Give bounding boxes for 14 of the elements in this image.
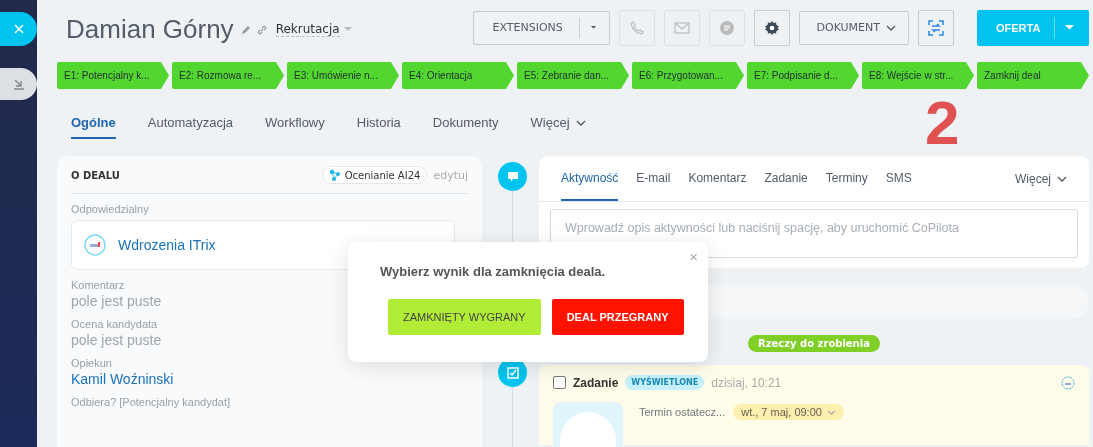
field-label: Odpowiedzialny — [71, 203, 150, 215]
field-value: pole jest puste — [71, 293, 163, 309]
task-time: dzisiaj, 10:21 — [711, 375, 782, 390]
field-label: Opiekun — [71, 357, 113, 369]
deadline-label: Termin ostatecz... — [639, 406, 726, 418]
field-label: Odbiera? [Potencjalny kandydat] — [71, 396, 231, 408]
status-badge: WYŚWIETLONE — [625, 375, 705, 390]
field-value: pole jest puste — [71, 332, 163, 348]
field-label: Komentarz — [71, 279, 126, 291]
section-heading: O DEALU — [71, 169, 121, 181]
deal-title: Damian Górny — [66, 14, 234, 45]
task-title: Zadanie — [573, 375, 619, 390]
section-pill: Rzeczy do zrobienia — [748, 335, 880, 352]
annotation-number: 2 — [925, 92, 960, 154]
